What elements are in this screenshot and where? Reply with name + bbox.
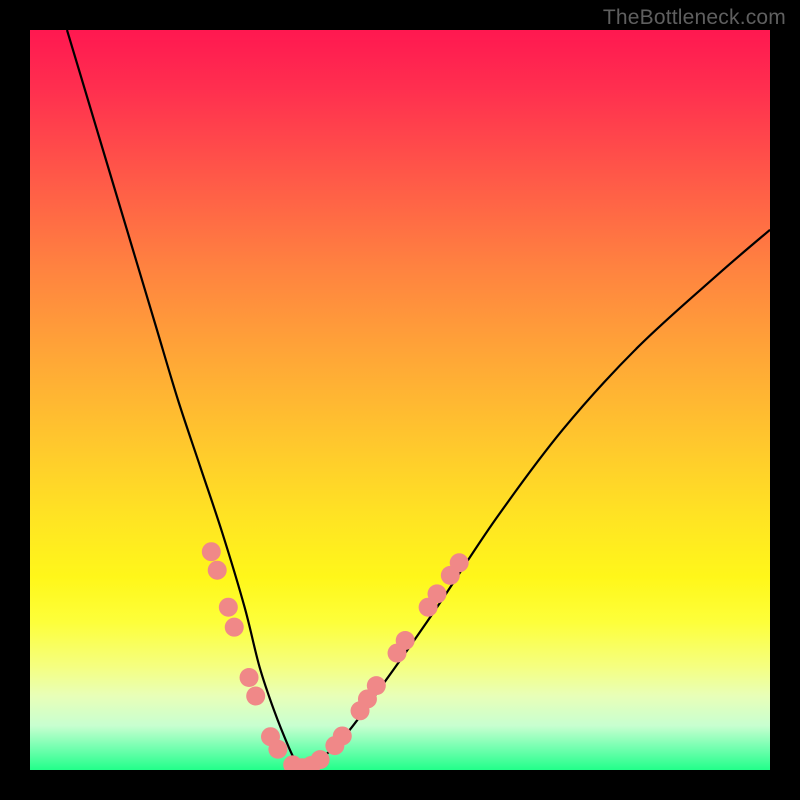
marker-dots bbox=[202, 542, 469, 770]
marker-dot bbox=[367, 676, 386, 695]
marker-dot bbox=[396, 631, 415, 650]
marker-dot bbox=[246, 687, 265, 706]
marker-dot bbox=[208, 561, 227, 580]
bottleneck-curve bbox=[67, 30, 770, 770]
chart-svg bbox=[30, 30, 770, 770]
marker-dot bbox=[268, 740, 287, 759]
marker-dot bbox=[219, 598, 238, 617]
marker-dot bbox=[240, 668, 259, 687]
chart-frame: TheBottleneck.com bbox=[0, 0, 800, 800]
marker-dot bbox=[450, 553, 469, 572]
marker-dot bbox=[225, 618, 244, 637]
marker-dot bbox=[311, 750, 330, 769]
plot-area bbox=[30, 30, 770, 770]
marker-dot bbox=[428, 584, 447, 603]
marker-dot bbox=[202, 542, 221, 561]
watermark-text: TheBottleneck.com bbox=[603, 6, 786, 30]
marker-dot bbox=[333, 726, 352, 745]
